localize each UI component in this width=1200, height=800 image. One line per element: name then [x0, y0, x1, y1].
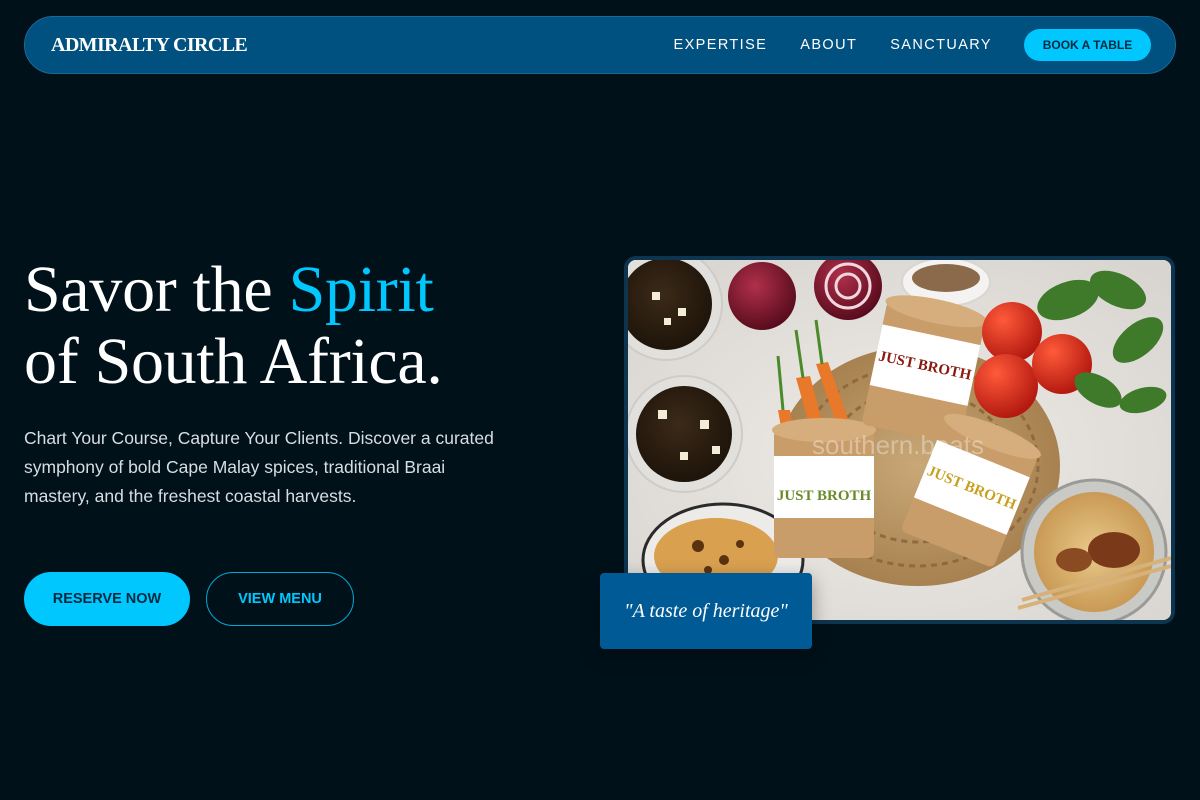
hero-title: Savor the Spirit of South Africa.	[24, 254, 443, 398]
hero-title-part1: Savor the	[24, 253, 289, 326]
main-nav: EXPERTISE ABOUT SANCTUARY BOOK A TABLE	[674, 29, 1151, 61]
hero-description: Chart Your Course, Capture Your Clients.…	[24, 428, 494, 506]
heritage-badge: "A taste of heritage"	[600, 573, 812, 649]
view-menu-button[interactable]: VIEW MENU	[206, 572, 354, 626]
nav-link-sanctuary[interactable]: SANCTUARY	[890, 37, 992, 53]
nav-link-expertise[interactable]: EXPERTISE	[674, 37, 768, 53]
broth-label-vegetable: JUST BROTH	[777, 488, 872, 504]
hero-title-accent: Spirit	[288, 253, 434, 326]
reserve-now-button[interactable]: RESERVE NOW	[24, 572, 190, 626]
brand-logo[interactable]: ADMIRALTY CIRCLE	[51, 34, 248, 57]
book-a-table-button[interactable]: BOOK A TABLE	[1024, 29, 1151, 61]
hero-title-part2: of South Africa.	[24, 325, 443, 398]
top-navbar: ADMIRALTY CIRCLE EXPERTISE ABOUT SANCTUA…	[24, 16, 1176, 74]
nav-link-about[interactable]: ABOUT	[800, 37, 857, 53]
image-watermark: southern.beats	[812, 430, 984, 460]
food-photo-illustration: JUST BROTH JUST BROTH JUST BROTH souther…	[628, 260, 1171, 620]
heritage-badge-text: "A taste of heritage"	[624, 599, 788, 622]
hero-food-image: JUST BROTH JUST BROTH JUST BROTH souther…	[624, 256, 1175, 624]
